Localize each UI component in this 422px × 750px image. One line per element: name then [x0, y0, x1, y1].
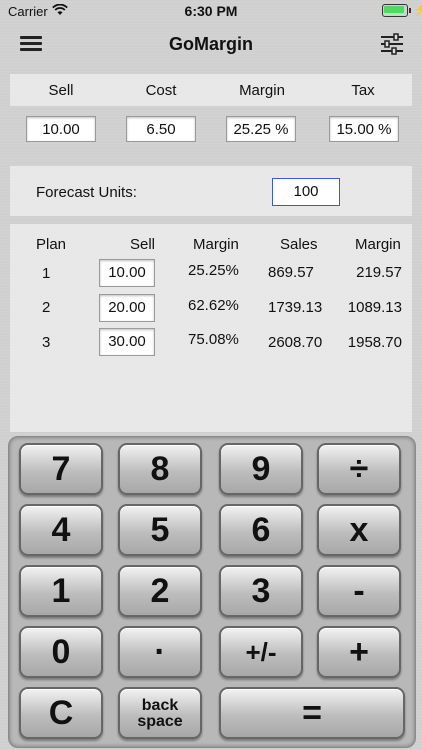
forecast-panel: Forecast Units: 100: [10, 166, 412, 216]
forecast-units-field[interactable]: 100: [272, 178, 340, 206]
table-row-margin: 1089.13: [347, 299, 402, 316]
plan-column-header: Plan: [36, 236, 67, 253]
clear-button[interactable]: C: [19, 687, 103, 739]
margin-pct-column-header: Margin: [193, 236, 239, 253]
key-0[interactable]: 0: [19, 626, 103, 678]
decimal-point-button[interactable]: ·: [118, 626, 202, 678]
sales-column-header: Sales: [280, 236, 318, 253]
sliders-icon: [381, 33, 403, 55]
table-row-sales: 2608.70: [268, 334, 323, 351]
status-bar: Carrier 6:30 PM ⚡: [0, 0, 422, 22]
forecast-units-label: Forecast Units:: [36, 184, 137, 201]
equals-button[interactable]: =: [219, 687, 405, 739]
plans-panel: Plan Sell Margin Sales Margin 1 10.00 25…: [10, 224, 412, 432]
plan-sell-field[interactable]: 10.00: [99, 259, 155, 287]
backspace-button[interactable]: back space: [118, 687, 202, 739]
add-button[interactable]: +: [317, 626, 401, 678]
backspace-label-line2: space: [137, 713, 183, 730]
margin-field[interactable]: 25.25 %: [226, 116, 296, 142]
plus-minus-button[interactable]: +/-: [219, 626, 303, 678]
key-5[interactable]: 5: [118, 504, 202, 556]
plan-sell-field[interactable]: 20.00: [99, 294, 155, 322]
plan-sell-field[interactable]: 30.00: [99, 328, 155, 356]
inputs-header-panel: Sell Cost Margin Tax: [10, 74, 412, 106]
margin-amount-column-header: Margin: [355, 236, 401, 253]
subtract-button[interactable]: -: [317, 565, 401, 617]
table-row-sales: 869.57: [268, 264, 314, 281]
table-row-margin: 1958.70: [347, 334, 402, 351]
key-1[interactable]: 1: [19, 565, 103, 617]
table-row-margin-pct: 75.08%: [188, 331, 239, 348]
sell-header: Sell: [48, 82, 74, 99]
multiply-button[interactable]: x: [317, 504, 401, 556]
key-2[interactable]: 2: [118, 565, 202, 617]
sell-field[interactable]: 10.00: [26, 116, 96, 142]
nav-bar: GoMargin: [0, 22, 422, 66]
key-3[interactable]: 3: [219, 565, 303, 617]
key-4[interactable]: 4: [19, 504, 103, 556]
table-row-margin: 219.57: [356, 264, 402, 281]
key-7[interactable]: 7: [19, 443, 103, 495]
key-8[interactable]: 8: [118, 443, 202, 495]
table-row-margin-pct: 25.25%: [188, 262, 239, 279]
key-9[interactable]: 9: [219, 443, 303, 495]
cost-header: Cost: [145, 82, 177, 99]
key-6[interactable]: 6: [219, 504, 303, 556]
status-time: 6:30 PM: [184, 3, 238, 19]
cost-field[interactable]: 6.50: [126, 116, 196, 142]
table-row-plan: 1: [42, 265, 51, 282]
app-title: GoMargin: [169, 34, 253, 54]
table-row-plan: 3: [42, 334, 51, 351]
calculator-keypad: 7 8 9 ÷ 4 5 6 x 1 2 3 - 0 · +/- + C back…: [8, 436, 416, 748]
tax-field[interactable]: 15.00 %: [329, 116, 399, 142]
backspace-label-line1: back: [141, 697, 179, 714]
battery-icon: ⚡: [382, 2, 422, 17]
margin-header: Margin: [239, 82, 285, 99]
sell-column-header: Sell: [130, 236, 156, 253]
divide-button[interactable]: ÷: [317, 443, 401, 495]
table-row-sales: 1739.13: [268, 299, 323, 316]
table-row-margin-pct: 62.62%: [188, 297, 239, 314]
settings-sliders-button[interactable]: [380, 33, 404, 55]
table-row-plan: 2: [42, 299, 51, 316]
tax-header: Tax: [351, 82, 375, 99]
